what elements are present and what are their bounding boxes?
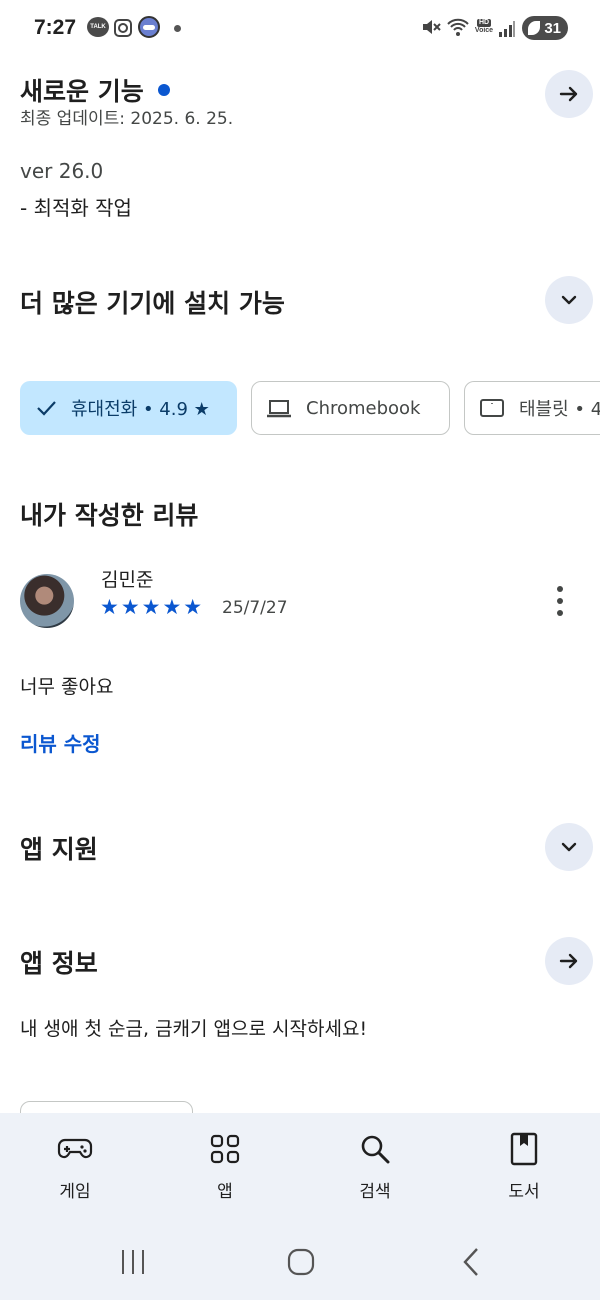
nav-books[interactable]: 도서 (474, 1131, 574, 1202)
chevron-down-icon (561, 295, 577, 305)
nav-search-label: 검색 (359, 1182, 391, 1202)
battery-level: 31 (544, 19, 561, 37)
book-icon (510, 1131, 538, 1167)
apps-grid-icon (210, 1131, 240, 1167)
status-bar: 7:27 TALK HD Voice 31 (0, 0, 600, 58)
app-support-title: 앱 지원 (20, 835, 98, 864)
chip-tablet[interactable]: 태블릿 • 4 (464, 381, 600, 435)
more-vert-dot (557, 610, 563, 616)
wifi-icon (446, 16, 470, 38)
gamepad-icon (57, 1131, 93, 1167)
my-review-header: 내가 작성한 리뷰 (20, 490, 580, 538)
nav-games[interactable]: 게임 (25, 1131, 125, 1202)
app-info-title: 앱 정보 (20, 949, 98, 978)
app-info-header[interactable]: 앱 정보 (20, 938, 580, 986)
category-chip-partial[interactable] (20, 1101, 193, 1113)
last-updated: 최종 업데이트: 2025. 6. 25. (20, 109, 234, 129)
app-support-expand-button[interactable] (545, 823, 593, 871)
star-rating: ★★★★★ (100, 596, 204, 618)
search-icon (359, 1131, 391, 1167)
voice-label: Voice (474, 27, 494, 34)
back-button[interactable] (456, 1247, 486, 1277)
bottom-navigation: 게임 앱 검색 도서 (0, 1113, 600, 1233)
review-text: 너무 좋아요 (20, 676, 114, 698)
nav-apps-label: 앱 (217, 1182, 233, 1202)
edit-review-link[interactable]: 리뷰 수정 (20, 728, 101, 757)
status-time: 7:27 (34, 16, 77, 39)
device-chips: 휴대전화 • 4.9 ★ Chromebook 태블릿 • 4 (20, 381, 600, 435)
devices-expand-button[interactable] (545, 276, 593, 324)
more-options-button[interactable] (548, 586, 572, 616)
signal-icon (498, 18, 516, 40)
laptop-icon (267, 400, 291, 418)
chip-phone-label: 휴대전화 • 4.9 ★ (71, 399, 210, 420)
review-date: 25/7/27 (222, 598, 288, 618)
avatar (20, 574, 74, 628)
home-icon (287, 1248, 315, 1276)
whats-new-title: 새로운 기능 (20, 77, 144, 106)
app-details-content[interactable]: 새로운 기능 최종 업데이트: 2025. 6. 25. ver 26.0 - … (0, 58, 600, 1113)
my-review-title: 내가 작성한 리뷰 (20, 501, 199, 530)
recent-apps-icon (122, 1250, 144, 1274)
whats-new-arrow-button[interactable] (545, 70, 593, 118)
app-support-header[interactable]: 앱 지원 (20, 824, 580, 872)
app-info-arrow-button[interactable] (545, 937, 593, 985)
back-icon (463, 1248, 478, 1276)
reviewer-name: 김민준 (101, 569, 154, 591)
version-text: ver 26.0 (20, 159, 104, 183)
kakaotalk-icon: TALK (87, 17, 109, 37)
battery-saver-leaf-icon (528, 21, 540, 35)
chevron-down-icon (561, 842, 577, 852)
more-notifications-dot-icon (174, 25, 181, 32)
chip-chromebook-label: Chromebook (306, 397, 421, 419)
nav-games-label: 게임 (59, 1182, 91, 1202)
arrow-right-icon (559, 953, 578, 969)
chip-chromebook[interactable]: Chromebook (251, 381, 450, 435)
check-icon (37, 401, 56, 416)
chip-phone[interactable]: 휴대전화 • 4.9 ★ (20, 381, 237, 435)
new-indicator-dot (157, 84, 170, 96)
tablet-icon (480, 399, 504, 417)
recent-apps-button[interactable] (118, 1247, 148, 1277)
more-vert-dot (557, 586, 563, 592)
nav-books-label: 도서 (508, 1182, 540, 1202)
arrow-right-icon (559, 86, 578, 102)
hd-voice-icon: HD Voice (474, 16, 494, 38)
more-vert-dot (557, 598, 563, 604)
star-rating-stars: ★★★★★ (100, 595, 205, 619)
app-mascot-icon (138, 16, 160, 38)
home-button[interactable] (286, 1247, 316, 1277)
battery-icon: 31 (522, 16, 568, 40)
chip-tablet-label: 태블릿 • 4 (519, 399, 600, 420)
devices-title: 더 많은 기기에 설치 가능 (20, 289, 285, 318)
hd-label: HD (476, 19, 492, 27)
nav-apps[interactable]: 앱 (175, 1131, 275, 1202)
mute-icon (420, 16, 442, 38)
app-description: 내 생애 첫 순금, 금캐기 앱으로 시작하세요! (20, 1018, 368, 1040)
system-navigation-bar (0, 1233, 600, 1300)
devices-header[interactable]: 더 많은 기기에 설치 가능 (20, 278, 580, 326)
instagram-icon (114, 19, 132, 37)
nav-search[interactable]: 검색 (325, 1131, 425, 1202)
release-note: - 최적화 작업 (20, 196, 132, 220)
